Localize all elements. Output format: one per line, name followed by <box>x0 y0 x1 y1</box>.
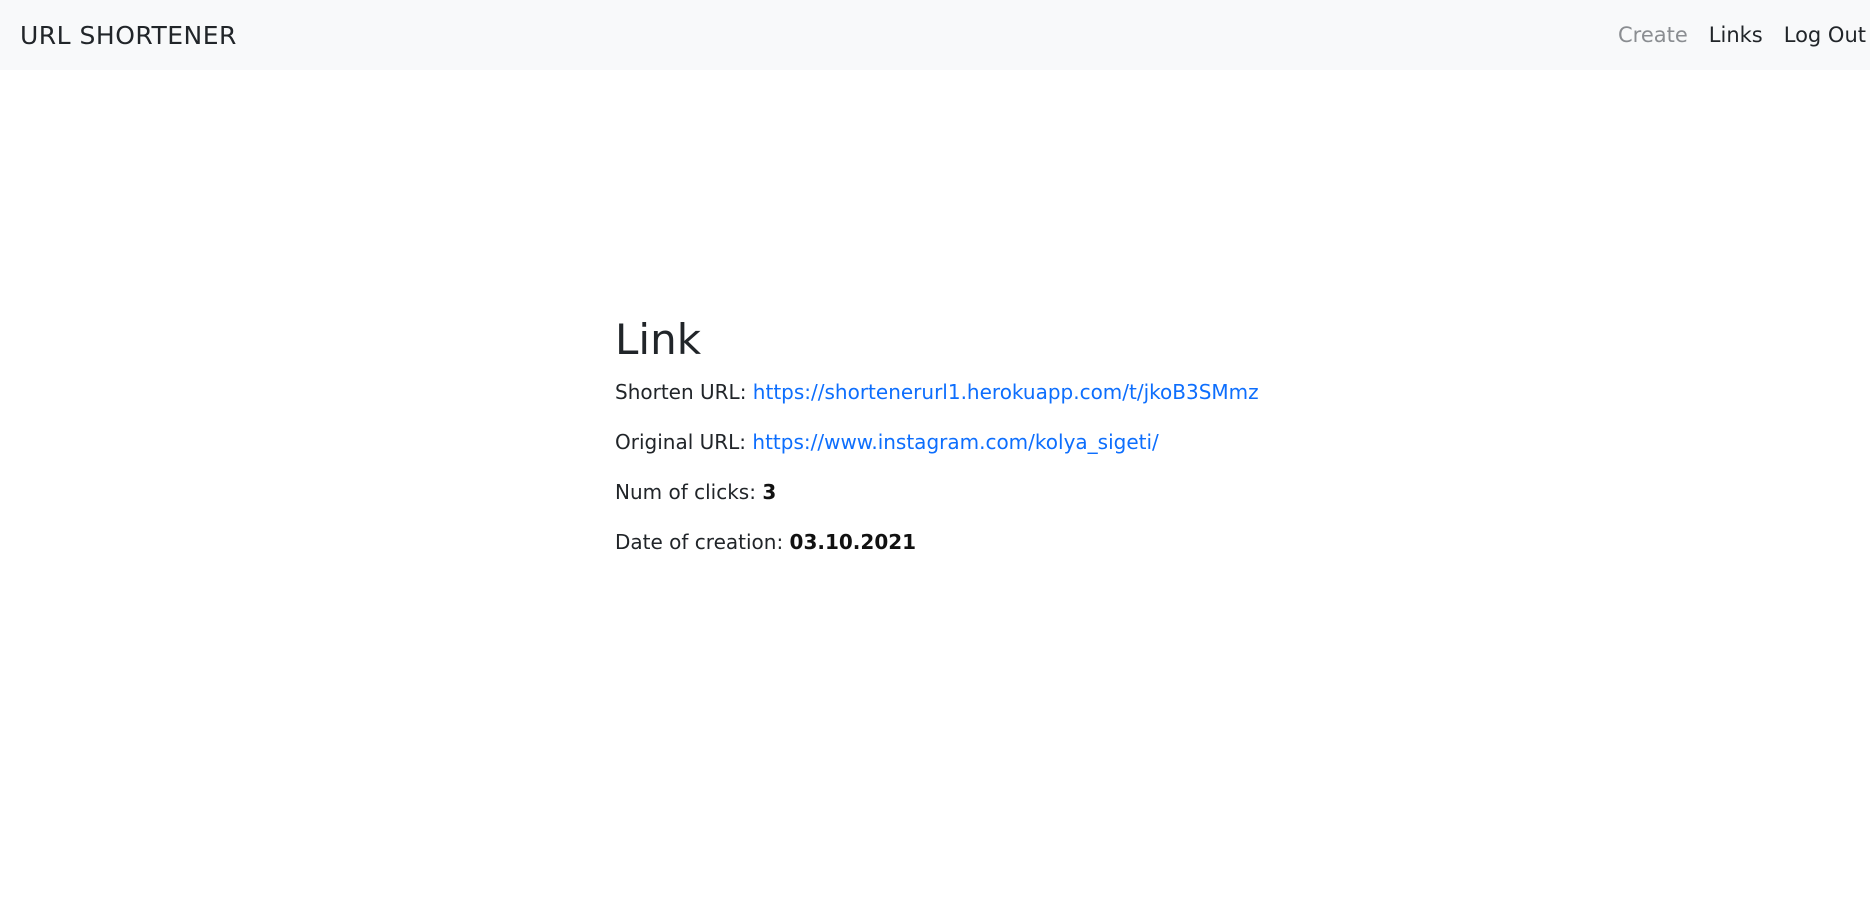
shorten-url-row: Shorten URL: https://shortenerurl1.herok… <box>615 378 1515 406</box>
original-url-link[interactable]: https://www.instagram.com/kolya_sigeti/ <box>752 430 1158 454</box>
date-row: Date of creation: 03.10.2021 <box>615 528 1515 556</box>
shorten-url-label: Shorten URL: <box>615 380 753 404</box>
nav-item-logout: Log Out <box>1784 23 1866 47</box>
nav-item-create: Create <box>1618 23 1688 47</box>
nav-link-create[interactable]: Create <box>1618 23 1688 47</box>
nav-link-links[interactable]: Links <box>1709 23 1763 47</box>
clicks-row: Num of clicks: 3 <box>615 478 1515 506</box>
original-url-label: Original URL: <box>615 430 753 454</box>
clicks-value: 3 <box>762 480 777 504</box>
nav-item-links: Links <box>1709 23 1763 47</box>
date-value: 03.10.2021 <box>789 530 917 554</box>
link-detail: Link Shorten URL: https://shortenerurl1.… <box>615 312 1515 578</box>
brand-title[interactable]: URL SHORTENER <box>20 21 237 50</box>
page-title: Link <box>615 315 702 364</box>
clicks-label: Num of clicks: <box>615 480 763 504</box>
original-url-row: Original URL: https://www.instagram.com/… <box>615 428 1515 456</box>
date-label: Date of creation: <box>615 530 790 554</box>
nav-link-logout[interactable]: Log Out <box>1784 23 1866 47</box>
navbar: URL SHORTENER Create Links Log Out <box>0 0 1870 70</box>
nav-menu: Create Links Log Out <box>1618 23 1866 47</box>
shorten-url-link[interactable]: https://shortenerurl1.herokuapp.com/t/jk… <box>753 380 1259 404</box>
